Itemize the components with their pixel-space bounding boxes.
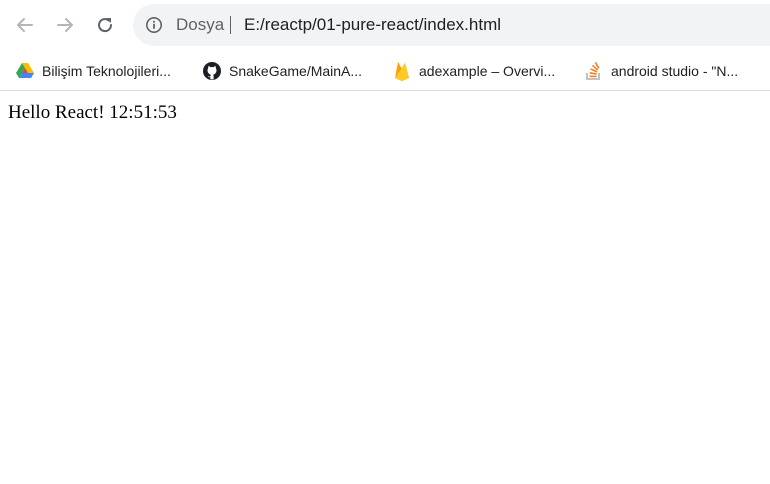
arrow-left-icon	[15, 15, 35, 35]
info-icon[interactable]	[145, 16, 163, 34]
google-drive-icon	[16, 62, 34, 80]
reload-button[interactable]	[91, 11, 119, 39]
bookmark-label: Bilişim Teknolojileri...	[42, 63, 171, 79]
bookmark-item[interactable]: SnakeGame/MainA...	[203, 59, 362, 83]
scheme-label: Dosya	[176, 15, 225, 34]
bookmark-label: SnakeGame/MainA...	[229, 63, 363, 79]
github-icon	[203, 62, 221, 80]
forward-button[interactable]	[51, 11, 79, 39]
bookmark-label: adexample – Overvi...	[419, 63, 556, 79]
bookmark-label: android studio - "N...	[611, 63, 739, 79]
bookmark-item[interactable]: android studio - "N...	[585, 59, 738, 83]
firebase-icon	[393, 62, 411, 81]
url-text[interactable]: E:/reactp/01-pure-react/index.html	[244, 15, 501, 35]
bookmarks-bar: Bilişim Teknolojileri... SnakeGame/MainA…	[0, 52, 770, 91]
stackoverflow-icon	[585, 61, 603, 80]
reload-icon	[95, 15, 115, 35]
arrow-right-icon	[55, 15, 75, 35]
bookmark-item[interactable]: adexample – Overvi...	[393, 59, 555, 83]
scheme-separator	[230, 16, 231, 34]
page-content-text: Hello React! 12:51:53	[8, 102, 177, 123]
bookmark-item[interactable]: Bilişim Teknolojileri...	[16, 59, 171, 83]
browser-toolbar: Dosya E:/reactp/01-pure-react/index.html	[0, 0, 770, 52]
address-bar[interactable]: Dosya E:/reactp/01-pure-react/index.html	[133, 4, 770, 46]
back-button[interactable]	[11, 11, 39, 39]
